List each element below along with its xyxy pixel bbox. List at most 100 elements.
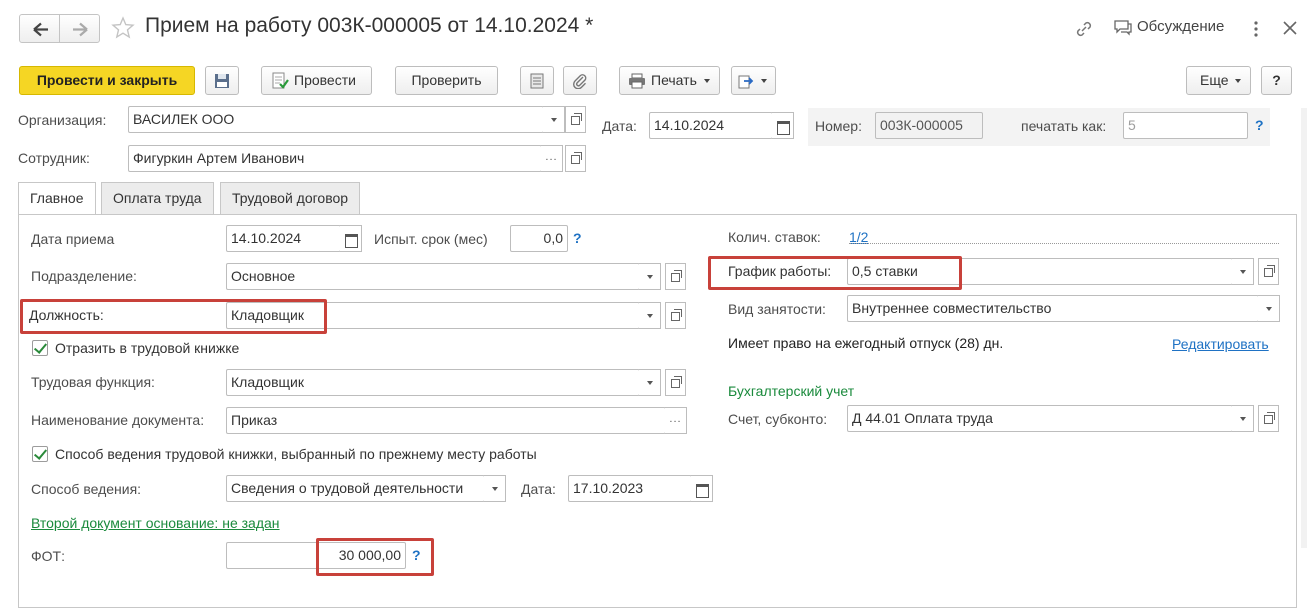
probation-label: Испыт. срок (мес): [374, 231, 488, 247]
method-date-calendar-button[interactable]: [691, 475, 713, 502]
method-date-field[interactable]: 17.10.2023: [568, 475, 692, 502]
journal-button[interactable]: [520, 66, 554, 95]
hire-date-field[interactable]: 14.10.2024: [226, 225, 341, 252]
department-open-button[interactable]: [665, 263, 686, 290]
back-button[interactable]: [19, 14, 60, 43]
more-button[interactable]: Еще: [1186, 66, 1251, 95]
organization-open-button[interactable]: [565, 106, 586, 133]
chat-icon: [1114, 20, 1132, 36]
print-button-label: Печать: [651, 72, 697, 88]
department-field[interactable]: Основное: [226, 263, 640, 290]
doc-name-select-button[interactable]: ...: [665, 407, 687, 434]
rates-count-underline: [849, 243, 1279, 244]
discussion-label: Обсуждение: [1137, 18, 1225, 35]
hire-date-label: Дата приема: [31, 231, 115, 247]
record-in-book-label: Отразить в трудовой книжке: [55, 340, 240, 356]
star-icon[interactable]: [111, 16, 135, 40]
labor-function-open-button[interactable]: [665, 369, 686, 396]
labor-function-dropdown-button[interactable]: [639, 369, 661, 396]
print-button[interactable]: Печать: [619, 66, 720, 95]
chevron-down-icon: [761, 79, 767, 83]
account-label: Счет, субконто:: [728, 411, 828, 427]
chevron-down-icon: [704, 79, 710, 83]
page-title: Прием на работу 003К-000005 от 14.10.202…: [145, 14, 594, 37]
date-label: Дата:: [602, 118, 637, 134]
hire-date-calendar-button[interactable]: [340, 225, 362, 252]
more-vertical-icon[interactable]: [1250, 18, 1262, 40]
attach-button[interactable]: [563, 66, 597, 95]
position-open-button[interactable]: [665, 302, 686, 329]
scrollbar[interactable]: [1301, 108, 1307, 548]
tab-payment[interactable]: Оплата труда: [101, 182, 214, 215]
vacation-text: Имеет право на ежегодный отпуск (28) дн.: [728, 335, 1004, 351]
probation-field[interactable]: 0,0: [510, 225, 568, 252]
position-dropdown-button[interactable]: [639, 302, 661, 329]
labor-function-field[interactable]: Кладовщик: [226, 369, 640, 396]
department-dropdown-button[interactable]: [639, 263, 661, 290]
print-as-help-icon[interactable]: ?: [1255, 117, 1264, 133]
create-based-on-button[interactable]: [731, 66, 776, 95]
number-field: 003К-000005: [875, 112, 983, 139]
print-as-field[interactable]: 5: [1123, 112, 1248, 139]
date-field[interactable]: 14.10.2024: [649, 112, 773, 139]
printer-icon: [629, 73, 645, 89]
paperclip-icon: [572, 74, 587, 90]
arrow-right-icon: [73, 22, 88, 37]
employee-label: Сотрудник:: [18, 150, 90, 166]
account-open-button[interactable]: [1258, 405, 1279, 432]
method-dropdown-button[interactable]: [484, 475, 506, 502]
tab-contract[interactable]: Трудовой договор: [220, 182, 361, 215]
employment-type-label: Вид занятости:: [728, 301, 826, 317]
labor-function-label: Трудовая функция:: [31, 374, 155, 390]
employee-field[interactable]: Фигуркин Артем Иванович: [128, 145, 542, 172]
schedule-highlight: [708, 256, 962, 290]
employment-type-field[interactable]: Внутреннее совместительство: [847, 295, 1259, 322]
book-method-checkbox[interactable]: [32, 446, 48, 462]
floppy-disk-icon: [215, 74, 229, 88]
probation-help-icon[interactable]: ?: [573, 230, 582, 246]
doc-name-label: Наименование документа:: [31, 412, 205, 428]
link-icon[interactable]: [1073, 18, 1095, 40]
method-date-label: Дата:: [521, 481, 556, 497]
tab-main[interactable]: Главное: [18, 182, 96, 215]
date-calendar-button[interactable]: [772, 112, 794, 139]
department-label: Подразделение:: [31, 268, 137, 284]
chevron-down-icon: [1235, 79, 1241, 83]
fot-highlight: [316, 538, 434, 576]
schedule-dropdown-button[interactable]: [1232, 258, 1254, 285]
post-button-label: Провести: [294, 72, 356, 88]
method-label: Способ ведения:: [31, 481, 142, 497]
organization-label: Организация:: [18, 112, 107, 128]
doc-name-field[interactable]: Приказ: [226, 407, 666, 434]
post-document-icon: [272, 72, 289, 89]
list-icon: [530, 73, 544, 89]
print-as-label: печатать как:: [1021, 118, 1107, 134]
rates-count-label: Колич. ставок:: [728, 229, 821, 245]
fot-label: ФОТ:: [31, 548, 65, 564]
record-in-book-checkbox[interactable]: [32, 340, 48, 356]
organization-dropdown-button[interactable]: [543, 106, 565, 133]
account-field[interactable]: Д 44.01 Оплата труда: [847, 405, 1233, 432]
more-button-label: Еще: [1200, 72, 1229, 88]
method-field[interactable]: Сведения о трудовой деятельности: [226, 475, 485, 502]
post-button[interactable]: Провести: [261, 66, 372, 95]
post-and-close-button[interactable]: Провести и закрыть: [19, 66, 195, 95]
accounting-heading: Бухгалтерский учет: [728, 383, 855, 399]
employee-open-button[interactable]: [565, 145, 586, 172]
book-method-label: Способ ведения трудовой книжки, выбранны…: [55, 446, 537, 462]
check-button[interactable]: Проверить: [395, 66, 498, 95]
close-icon[interactable]: [1282, 20, 1298, 36]
create-based-on-icon: [738, 75, 754, 89]
forward-button[interactable]: [59, 14, 100, 43]
account-dropdown-button[interactable]: [1232, 405, 1254, 432]
organization-field[interactable]: ВАСИЛЕК ООО: [128, 106, 544, 133]
save-button[interactable]: [205, 66, 239, 95]
edit-link[interactable]: Редактировать: [1172, 336, 1269, 352]
number-label: Номер:: [815, 118, 862, 134]
help-button[interactable]: ?: [1261, 66, 1292, 95]
schedule-open-button[interactable]: [1258, 258, 1279, 285]
employee-select-button[interactable]: ...: [541, 145, 563, 172]
second-document-link[interactable]: Второй документ основание: не задан: [31, 515, 280, 531]
employment-type-dropdown-button[interactable]: [1258, 295, 1280, 322]
position-highlight: [20, 299, 327, 334]
